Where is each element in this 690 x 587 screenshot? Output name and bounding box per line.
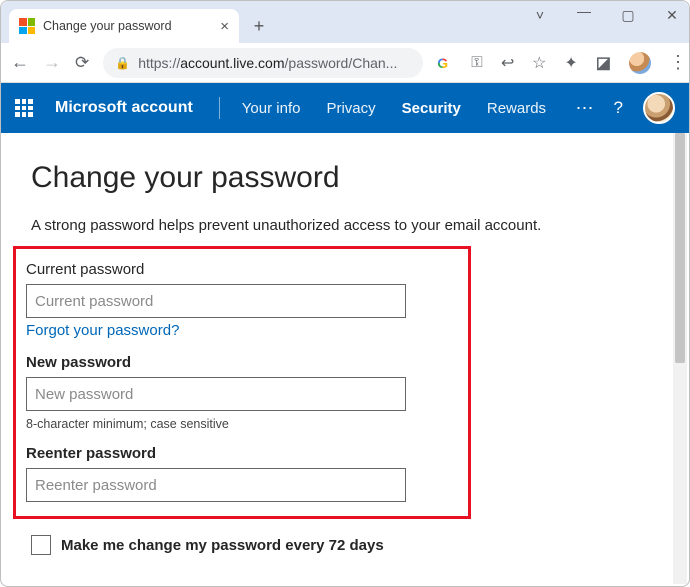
reenter-password-input[interactable] xyxy=(26,468,406,502)
scrollbar-thumb[interactable] xyxy=(675,133,685,363)
bookmark-star-icon[interactable]: ☆ xyxy=(532,53,546,73)
window-chevron-icon[interactable]: ˅ xyxy=(531,7,549,24)
nav-more-button[interactable]: ⋯ xyxy=(576,98,594,119)
window-controls: ˅ — ▢ ✕ xyxy=(531,7,681,24)
browser-toolbar: ← → ⟳ 🔒 https://account.live.com/passwor… xyxy=(1,43,689,83)
periodic-change-label: Make me change my password every 72 days xyxy=(61,537,384,554)
window-maximize-icon[interactable]: ▢ xyxy=(619,7,637,24)
account-avatar[interactable] xyxy=(643,92,675,124)
browser-tab-active[interactable]: Change your password × xyxy=(9,9,239,43)
google-icon[interactable] xyxy=(437,55,453,71)
lock-icon: 🔒 xyxy=(115,56,130,70)
tab-title: Change your password xyxy=(43,19,212,33)
microsoft-favicon-icon xyxy=(19,18,35,34)
nav-forward-button: → xyxy=(43,52,61,73)
address-bar[interactable]: 🔒 https://account.live.com/password/Chan… xyxy=(103,48,423,78)
nav-link-rewards[interactable]: Rewards xyxy=(487,100,546,117)
highlight-box: Current password Forgot your password? N… xyxy=(13,246,471,519)
share-icon[interactable]: ↪ xyxy=(501,53,514,73)
nav-link-your-info[interactable]: Your info xyxy=(242,100,301,117)
extensions-puzzle-icon[interactable]: ✦ xyxy=(564,53,577,73)
profile-avatar[interactable] xyxy=(629,52,651,74)
periodic-change-checkbox[interactable] xyxy=(31,535,51,555)
key-icon[interactable]: ⚿ xyxy=(471,54,482,71)
nav-help-button[interactable]: ? xyxy=(614,98,623,118)
url-text: https://account.live.com/password/Chan..… xyxy=(138,55,397,71)
nav-links: Your info Privacy Security Rewards xyxy=(242,100,546,117)
nav-link-security[interactable]: Security xyxy=(402,100,461,117)
brand-home-link[interactable]: Microsoft account xyxy=(55,99,193,117)
current-password-input[interactable] xyxy=(26,284,406,318)
side-panel-icon[interactable]: ◪ xyxy=(596,53,611,73)
page-content: Change your password A strong password h… xyxy=(1,133,689,587)
new-tab-button[interactable]: + xyxy=(245,12,273,40)
nav-back-button[interactable]: ← xyxy=(11,52,29,73)
chrome-menu-icon[interactable]: ⋮ xyxy=(669,52,687,73)
nav-link-privacy[interactable]: Privacy xyxy=(326,100,375,117)
new-password-input[interactable] xyxy=(26,377,406,411)
window-close-icon[interactable]: ✕ xyxy=(663,7,681,24)
periodic-change-row: Make me change my password every 72 days xyxy=(31,535,659,555)
window-minimize-icon[interactable]: — xyxy=(575,3,593,20)
page-description: A strong password helps prevent unauthor… xyxy=(31,217,659,234)
scrollbar[interactable] xyxy=(673,133,687,584)
app-launcher-icon[interactable] xyxy=(15,99,33,117)
reenter-password-label: Reenter password xyxy=(26,445,458,462)
new-password-hint: 8-character minimum; case sensitive xyxy=(26,417,458,431)
nav-divider xyxy=(219,97,220,119)
page-heading: Change your password xyxy=(31,161,659,195)
toolbar-right-icons: ⚿ ↪ ☆ ✦ ◪ ⋮ xyxy=(437,52,687,74)
current-password-label: Current password xyxy=(26,261,458,278)
tab-close-icon[interactable]: × xyxy=(220,18,229,35)
microsoft-top-nav: Microsoft account Your info Privacy Secu… xyxy=(1,83,689,133)
forgot-password-link[interactable]: Forgot your password? xyxy=(26,322,179,339)
new-password-label: New password xyxy=(26,354,458,371)
nav-reload-button[interactable]: ⟳ xyxy=(75,53,89,73)
